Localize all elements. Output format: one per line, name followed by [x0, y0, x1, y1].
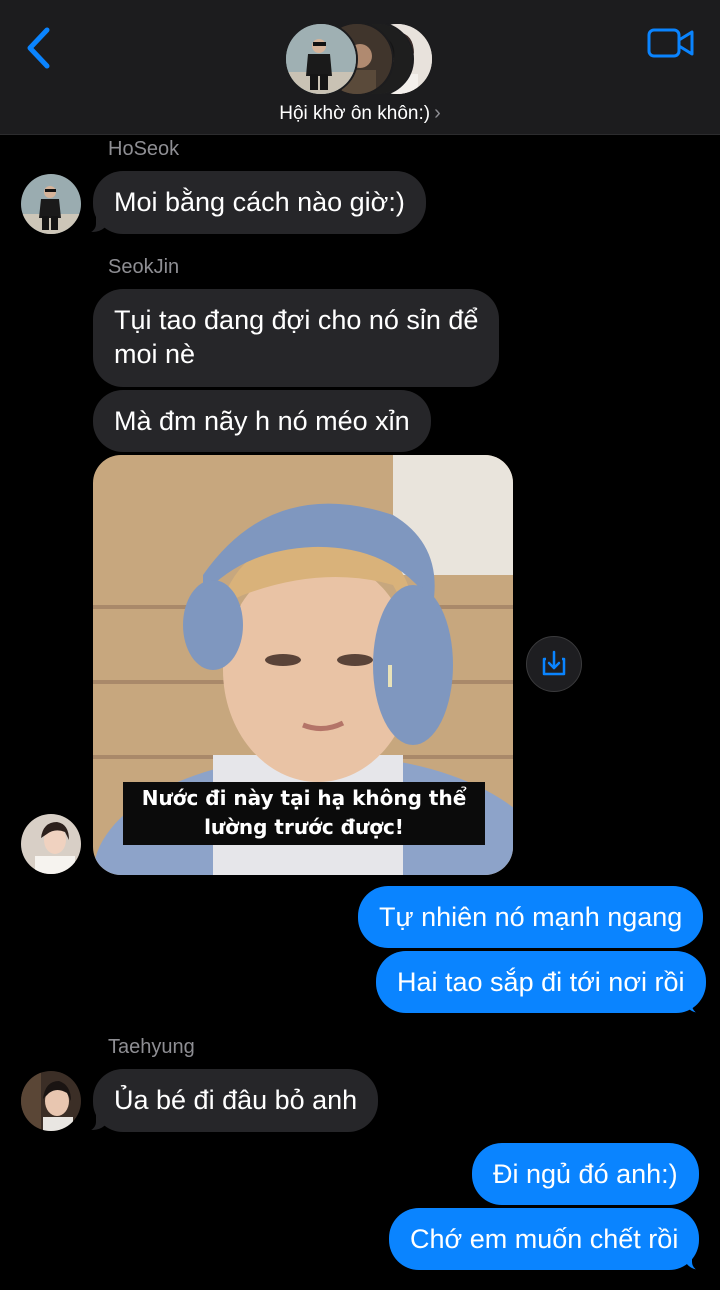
message-text: Hai tao sắp đi tới nơi rồi [397, 967, 685, 997]
member-avatar [284, 22, 358, 96]
video-camera-icon [647, 28, 694, 58]
message-text: Chớ em muốn chết rồi [410, 1224, 679, 1254]
message-bubble[interactable]: Chớ em muốn chết rồi [389, 1208, 700, 1270]
caption-line: lường trước được! [204, 815, 404, 839]
message-bubble[interactable]: Mà đm nãy h nó méo xỉn [93, 390, 431, 452]
message-bubble[interactable]: Ủa bé đi đâu bỏ anh [93, 1069, 379, 1132]
message-text: moi nè [114, 339, 196, 369]
message-text: Ủa bé đi đâu bỏ anh [114, 1085, 358, 1115]
message-bubble[interactable]: Moi bằng cách nào giờ:) [93, 171, 426, 234]
save-image-button[interactable] [526, 636, 582, 692]
message-text: Tụi tao đang đợi cho nó sỉn để [114, 305, 479, 335]
meme-caption: Nước đi này tại hạ không thể lường trước… [123, 782, 485, 845]
avatar-taehyung[interactable] [21, 1071, 81, 1131]
sender-name: SeokJin [108, 256, 180, 278]
message-bubble[interactable]: Đi ngủ đó anh:) [472, 1143, 699, 1205]
message-text: Moi bằng cách nào giờ:) [114, 187, 405, 217]
message-bubble[interactable]: Tự nhiên nó mạnh ngang [358, 886, 704, 948]
group-avatar-stack[interactable] [284, 22, 434, 96]
sender-name: HoSeok [108, 138, 180, 160]
group-name: Hội khờ ôn khôn:) [279, 103, 431, 124]
chevron-left-icon [27, 27, 50, 69]
save-share-icon [542, 650, 566, 676]
avatar-hoseok[interactable] [21, 174, 81, 234]
group-title[interactable]: Hội khờ ôn khôn:) › [0, 102, 720, 125]
back-button[interactable] [20, 22, 60, 72]
sender-name: Taehyung [108, 1036, 195, 1058]
message-text: Mà đm nãy h nó méo xỉn [114, 406, 410, 436]
message-bubble[interactable]: Hai tao sắp đi tới nơi rồi [376, 951, 706, 1013]
caption-line: Nước đi này tại hạ không thể [141, 786, 467, 810]
chevron-right-icon: › [434, 102, 441, 124]
avatar-seokjin[interactable] [21, 814, 81, 874]
conversation-header: Hội khờ ôn khôn:) › [0, 0, 720, 135]
message-text: Đi ngủ đó anh:) [493, 1159, 678, 1189]
video-call-button[interactable] [646, 24, 696, 62]
message-text: Tự nhiên nó mạnh ngang [379, 902, 683, 932]
message-bubble[interactable]: Tụi tao đang đợi cho nó sỉn để moi nè [93, 289, 499, 387]
meme-image[interactable]: Nước đi này tại hạ không thể lường trước… [93, 455, 513, 875]
